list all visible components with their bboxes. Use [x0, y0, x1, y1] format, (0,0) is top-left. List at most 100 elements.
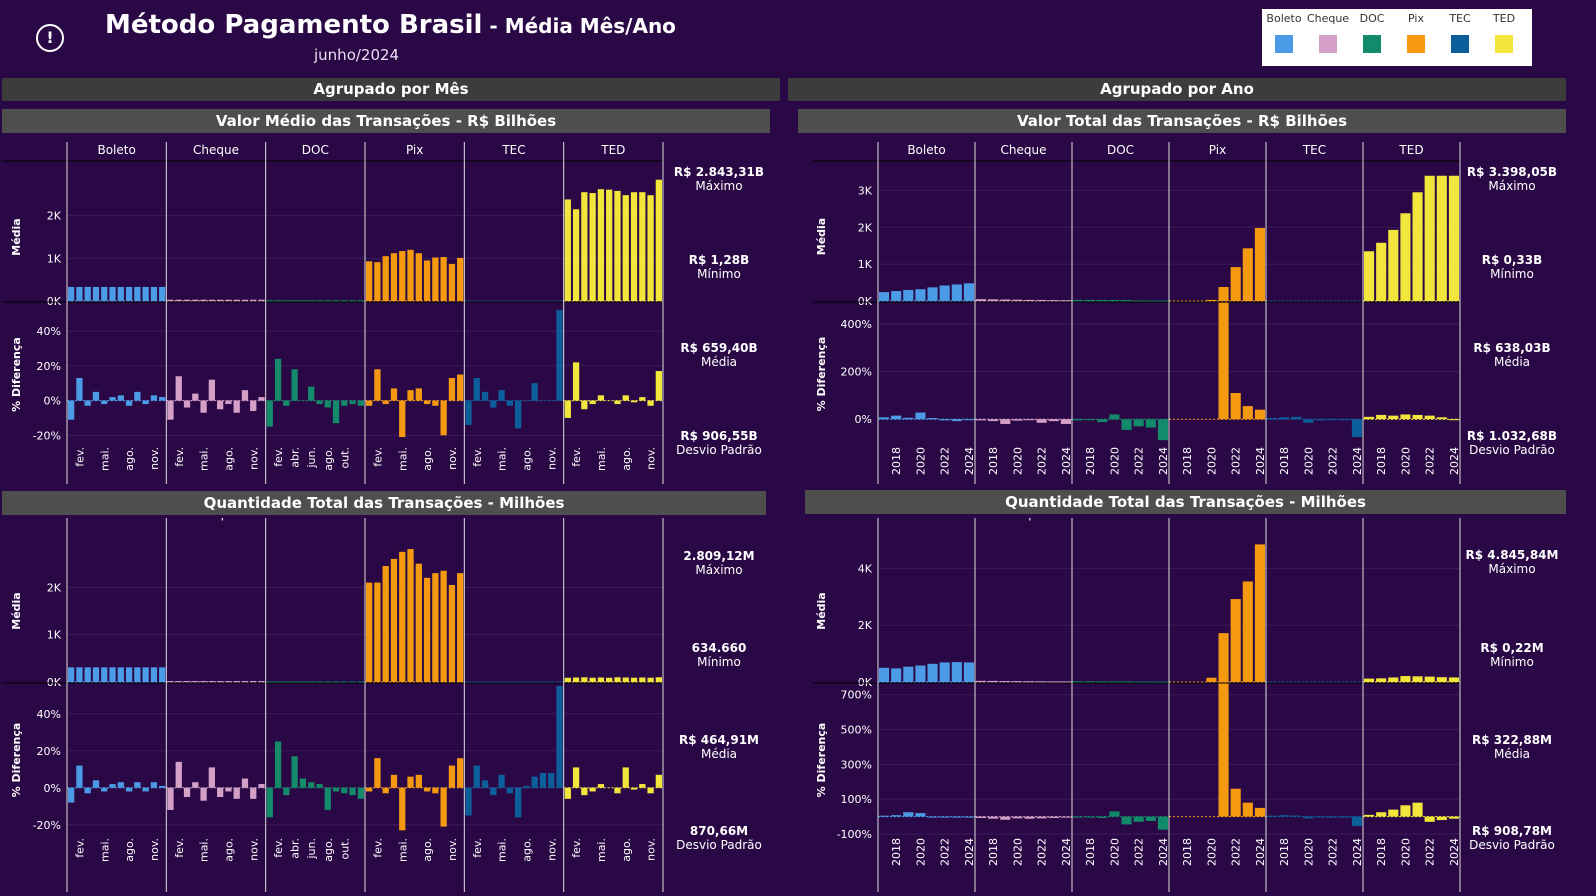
facet-label-pix: Pix: [406, 143, 423, 157]
bar-bottom-ted: [639, 397, 646, 401]
bar-bottom-ted: [1436, 417, 1447, 420]
bar-bottom-boleto: [92, 780, 100, 788]
bar-bottom-ted: [564, 400, 571, 418]
bar-top-ted: [581, 192, 588, 301]
legend-item-cheque[interactable]: Cheque: [1306, 9, 1350, 53]
bar-bottom-cheque: [192, 782, 199, 788]
x-tick-label: fev.: [73, 838, 86, 858]
bar-top-ted: [639, 677, 646, 682]
x-tick-label: 2018: [987, 447, 1000, 475]
bar-top-boleto: [84, 667, 91, 682]
bar-top-ted: [1376, 678, 1387, 682]
x-tick-label: fev.: [371, 447, 384, 467]
bar-bottom-cheque: [167, 787, 174, 810]
bar-top-ted: [647, 677, 654, 682]
bar-bottom-doc: [1133, 419, 1144, 427]
legend-item-ted[interactable]: TED: [1482, 9, 1526, 53]
bar-top-pix: [407, 249, 414, 301]
stat-caption: Desvio Padrão: [676, 838, 762, 852]
bar-bottom-boleto: [150, 782, 158, 788]
stat-value: 2.809,12M: [683, 549, 755, 563]
bar-bottom-doc: [349, 787, 356, 796]
x-tick-label: 2020: [1302, 838, 1315, 866]
bar-top-ted: [1388, 677, 1399, 682]
x-tick-label: mai.: [396, 447, 409, 471]
bar-top-ted: [647, 195, 654, 301]
x-tick-label: nov.: [446, 447, 459, 470]
bar-top-ted: [1436, 677, 1447, 682]
bar-bottom-cheque: [241, 390, 249, 401]
bar-bottom-cheque: [175, 761, 182, 788]
bar-top-pix: [399, 551, 406, 682]
bar-bottom-pix: [366, 400, 373, 406]
bar-top-boleto: [963, 662, 974, 682]
x-tick-label: 2022: [1230, 447, 1243, 475]
bar-top-pix: [423, 577, 431, 682]
x-tick-label: 2020: [1399, 838, 1412, 866]
bar-top-boleto: [76, 286, 83, 301]
facet-label-tec: TEC: [501, 143, 525, 157]
bar-top-boleto: [150, 286, 158, 301]
stat-value: R$ 0,33B: [1481, 253, 1543, 267]
bar-bottom-cheque: [192, 393, 199, 401]
bar-bottom-boleto: [125, 787, 133, 792]
bar-top-pix: [457, 257, 464, 301]
legend-item-pix[interactable]: Pix: [1394, 9, 1438, 53]
bar-bottom-boleto: [84, 787, 91, 794]
legend-item-tec[interactable]: TEC: [1438, 9, 1482, 53]
bar-bottom-ted: [1448, 419, 1459, 421]
legend-item-boleto[interactable]: Boleto: [1262, 9, 1306, 53]
bar-bottom-ted: [589, 787, 596, 792]
x-tick-label: nov.: [148, 838, 161, 861]
bar-bottom-cheque: [225, 400, 232, 405]
bar-bottom-boleto: [939, 816, 950, 818]
stat-mean: R$ 322,88M Média: [1457, 733, 1567, 761]
bar-top-pix: [1218, 633, 1229, 682]
bar-top-ted: [1448, 677, 1459, 682]
bar-bottom-doc: [1157, 816, 1168, 830]
info-icon[interactable]: !: [36, 24, 64, 52]
facet-label-tec: TEC: [1302, 143, 1326, 157]
bar-bottom-ted: [1448, 816, 1459, 819]
bar-bottom-doc: [324, 787, 331, 810]
x-tick-label: 2018: [987, 838, 1000, 866]
bar-bottom-pix: [1230, 393, 1241, 420]
bar-bottom-ted: [1388, 415, 1399, 420]
legend-swatch: [1407, 35, 1425, 53]
bar-top-ted: [564, 199, 571, 301]
bar-bottom-boleto: [68, 787, 75, 803]
bar-top-boleto: [927, 287, 938, 301]
bar-top-pix: [382, 256, 389, 301]
bar-top-boleto: [915, 289, 926, 301]
bar-bottom-pix: [399, 400, 406, 438]
bar-bottom-tec: [1327, 419, 1338, 421]
bar-bottom-boleto: [117, 395, 124, 401]
stat-value: R$ 1.032,68B: [1466, 429, 1558, 443]
bar-top-pix: [1230, 267, 1241, 301]
bar-bottom-tec: [498, 774, 505, 788]
y-tick-label: 40%: [37, 708, 61, 721]
legend-item-doc[interactable]: DOC: [1350, 9, 1394, 53]
y-axis-title: % Diferença: [10, 723, 23, 798]
x-tick-label: 2024: [963, 447, 976, 475]
bar-top-ted: [1364, 678, 1375, 682]
stat-min: R$ 1,28B Mínimo: [664, 253, 774, 281]
bar-bottom-tec: [490, 400, 497, 408]
bar-bottom-pix: [423, 400, 431, 405]
facet-label-tec: TEC: [1302, 518, 1326, 521]
x-tick-label: abr.: [289, 838, 302, 859]
bar-bottom-ted: [1400, 414, 1411, 420]
bar-top-ted: [1424, 175, 1435, 301]
facet-label-doc: DOC: [302, 143, 329, 157]
bar-bottom-tec: [1351, 816, 1362, 827]
y-tick-label: 3K: [858, 184, 873, 197]
panel-title-valor-medio: Valor Médio das Transações - R$ Bilhões: [2, 109, 770, 133]
x-tick-label: 2020: [1011, 447, 1024, 475]
legend-swatch: [1495, 35, 1513, 53]
bar-bottom-ted: [597, 784, 605, 788]
bar-bottom-ted: [1412, 414, 1423, 420]
bar-bottom-pix: [423, 787, 431, 792]
bar-bottom-tec: [1315, 816, 1326, 818]
bar-top-ted: [606, 189, 613, 301]
y-tick-label: -100%: [837, 828, 872, 841]
